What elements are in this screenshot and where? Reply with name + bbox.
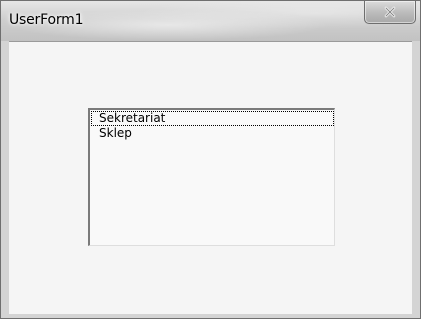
form-client-area: Sekretariat Sklep xyxy=(9,41,412,314)
list-item-label: Sekretariat xyxy=(99,111,166,125)
listbox[interactable]: Sekretariat Sklep xyxy=(88,108,335,246)
title-bar[interactable]: UserForm1 xyxy=(1,1,420,41)
close-button[interactable] xyxy=(364,1,416,24)
list-item-sekretariat[interactable]: Sekretariat xyxy=(91,111,334,126)
userform-window: UserForm1 Sekretariat Sklep xyxy=(0,0,421,319)
list-item-sklep[interactable]: Sklep xyxy=(91,126,334,141)
close-x-icon xyxy=(384,6,396,18)
window-title: UserForm1 xyxy=(9,12,84,28)
list-item-label: Sklep xyxy=(99,126,132,140)
